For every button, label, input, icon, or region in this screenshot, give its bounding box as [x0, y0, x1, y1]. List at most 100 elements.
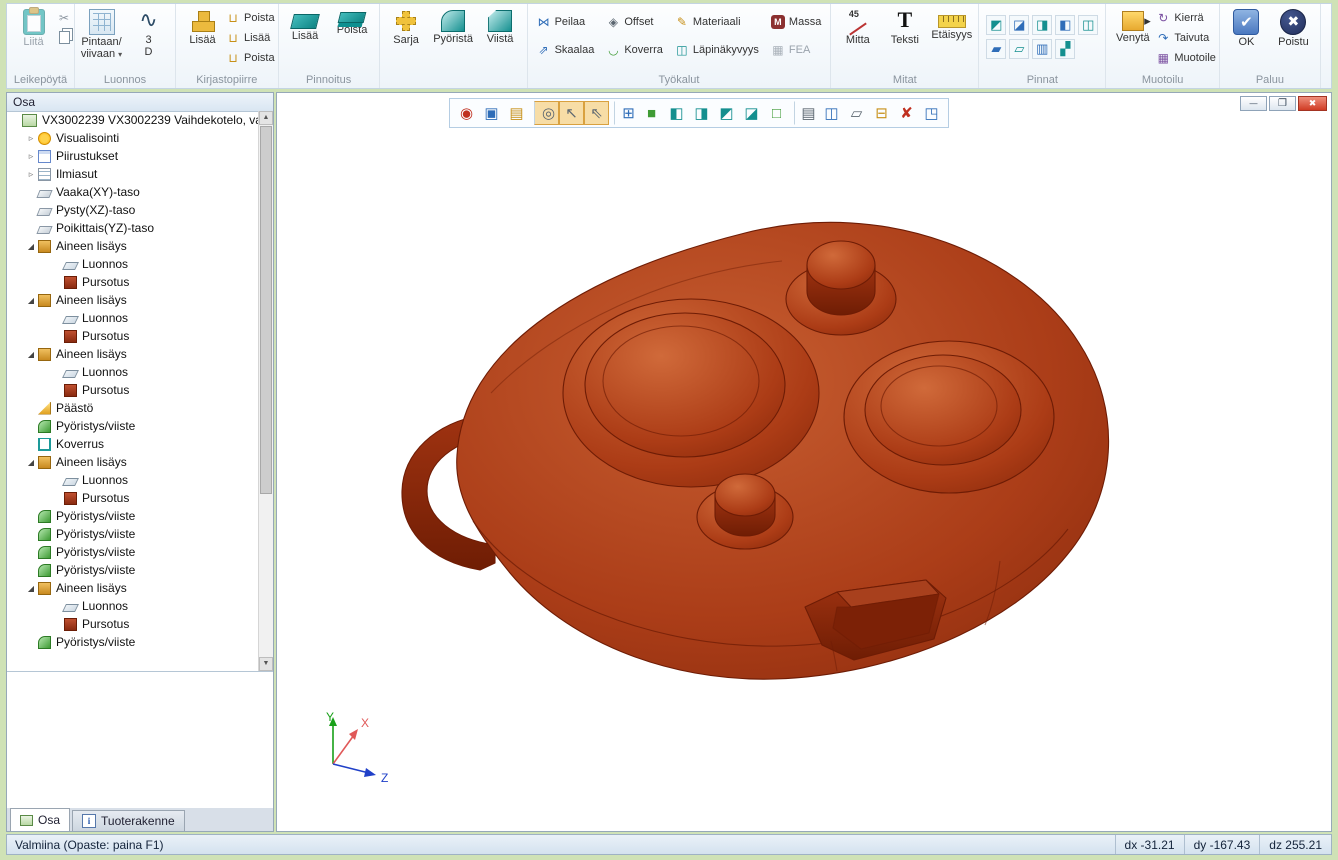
tree-expander[interactable]: [25, 169, 37, 180]
tree-item[interactable]: Aineen lisäys: [7, 237, 259, 255]
scale-button[interactable]: ⇗ Skaalaa: [537, 41, 595, 58]
tree-scrollbar[interactable]: [258, 111, 273, 671]
mass-button[interactable]: Massa: [771, 13, 821, 30]
snap-line-icon[interactable]: ↖: [559, 101, 584, 125]
shape-button[interactable]: ▦ Muotoile: [1156, 49, 1216, 66]
tree-item[interactable]: Pursotus: [7, 615, 259, 633]
pattern-button[interactable]: Sarja: [383, 5, 430, 46]
chamfer-button[interactable]: Viistä: [477, 5, 524, 45]
select-frame-icon[interactable]: ▣: [479, 101, 504, 125]
model-3d-gearbox-housing[interactable]: [277, 93, 1332, 832]
pick-entity-icon[interactable]: ⊞: [614, 101, 639, 125]
drawing-sheet-icon[interactable]: ▱: [844, 101, 869, 125]
sketch-on-face-button[interactable]: Pintaan/ viivaan ▾: [78, 5, 125, 61]
tree-expander[interactable]: [25, 151, 37, 162]
tab-tuoterakenne[interactable]: Tuoterakenne: [72, 810, 185, 831]
transparency-button[interactable]: ◫ Läpinäkyvyys: [675, 41, 759, 58]
export-view-icon[interactable]: ◳: [919, 101, 944, 125]
tree-item[interactable]: Aineen lisäys: [7, 291, 259, 309]
tree-expander[interactable]: [25, 241, 37, 251]
tree-item[interactable]: Luonnos: [7, 309, 259, 327]
tree-item[interactable]: Pursotus: [7, 381, 259, 399]
view-iso-icon[interactable]: ◪: [739, 101, 764, 125]
tree-item[interactable]: VX3002239 VX3002239 Vaihdekotelo, valu: [7, 111, 259, 129]
tree-item[interactable]: Pyöristys/viiste: [7, 561, 259, 579]
text-button[interactable]: Teksti: [881, 5, 928, 46]
dimension-button[interactable]: Mitta: [834, 5, 881, 46]
display-list-icon[interactable]: ▤: [794, 101, 819, 125]
tree-item[interactable]: Luonnos: [7, 597, 259, 615]
tree-item[interactable]: Pursotus: [7, 489, 259, 507]
tree-item[interactable]: Ilmiasut: [7, 165, 259, 183]
tree-item[interactable]: Pursotus: [7, 273, 259, 291]
library-remove-button[interactable]: ⊔ Poista: [226, 9, 275, 26]
distance-button[interactable]: Etäisyys: [928, 5, 975, 41]
surface-delete-icon[interactable]: ▱: [1009, 39, 1029, 59]
scroll-down-button[interactable]: [259, 657, 273, 671]
measure-ruler-icon[interactable]: ▤: [504, 101, 529, 125]
tree-item[interactable]: Poikittais(YZ)-taso: [7, 219, 259, 237]
tree-expander[interactable]: [25, 457, 37, 467]
tree-item[interactable]: Visualisointi: [7, 129, 259, 147]
tree-item[interactable]: Pysty(XZ)-taso: [7, 201, 259, 219]
mirror-button[interactable]: ⋈ Peilaa: [537, 13, 595, 30]
material-button[interactable]: ✎ Materiaali: [675, 13, 759, 30]
tree-item[interactable]: Pyöristys/viiste: [7, 525, 259, 543]
tree-expander[interactable]: [25, 295, 37, 305]
surface-split-icon[interactable]: ▰: [986, 39, 1006, 59]
surface-stitch-icon[interactable]: ◫: [1078, 15, 1098, 35]
viewport-3d[interactable]: ◉ ▣ ▤ ◎ ↖ ⇖: [276, 92, 1332, 832]
surface-extend-icon[interactable]: ◨: [1032, 15, 1052, 35]
fillet-button[interactable]: Pyöristä: [430, 5, 477, 45]
sketch-3d-button[interactable]: 3 D: [125, 5, 172, 58]
tree-expander[interactable]: [25, 133, 37, 144]
tree-item[interactable]: Luonnos: [7, 471, 259, 489]
print-icon[interactable]: ⊟: [869, 101, 894, 125]
section-view-icon[interactable]: ◫: [819, 101, 844, 125]
twist-button[interactable]: ↻ Kierrä: [1156, 9, 1216, 26]
tree-item[interactable]: Aineen lisäys: [7, 345, 259, 363]
coating-remove-button[interactable]: Poista: [329, 5, 376, 36]
snap-point-icon[interactable]: ◎: [534, 101, 559, 125]
surface-patch-icon[interactable]: ◩: [986, 15, 1006, 35]
tree-expander[interactable]: [25, 349, 37, 359]
tree-item[interactable]: Koverrus: [7, 435, 259, 453]
tree-item[interactable]: Pursotus: [7, 327, 259, 345]
tree-item[interactable]: Pyöristys/viiste: [7, 633, 259, 651]
tree-item[interactable]: Päästö: [7, 399, 259, 417]
tree-item[interactable]: Luonnos: [7, 363, 259, 381]
tree-item[interactable]: Aineen lisäys: [7, 579, 259, 597]
tree-item[interactable]: Luonnos: [7, 255, 259, 273]
offset-button[interactable]: ◈ Offset: [606, 13, 663, 30]
minimize-button[interactable]: [1240, 96, 1267, 111]
tree-item[interactable]: Pyöristys/viiste: [7, 417, 259, 435]
wireframe-view-icon[interactable]: □: [764, 101, 789, 125]
close-button[interactable]: [1298, 96, 1327, 111]
tree-item[interactable]: Pyöristys/viiste: [7, 543, 259, 561]
tree-item[interactable]: Pyöristys/viiste: [7, 507, 259, 525]
fea-button[interactable]: ▦ FEA: [771, 41, 821, 58]
pin-icon[interactable]: ◉: [454, 101, 479, 125]
tree-item[interactable]: Aineen lisäys: [7, 453, 259, 471]
copy-button[interactable]: [57, 29, 71, 46]
tree-item[interactable]: Vaaka(XY)-taso: [7, 183, 259, 201]
snap-edge-icon[interactable]: ⇖: [584, 101, 609, 125]
scroll-up-button[interactable]: [259, 111, 273, 125]
library-insert-button[interactable]: ⊔ Lisää: [226, 29, 275, 46]
view-face-front-icon[interactable]: ◨: [689, 101, 714, 125]
library-delete-button[interactable]: ⊔ Poista: [226, 49, 275, 66]
tree-expander[interactable]: [25, 583, 37, 593]
surface-replace-icon[interactable]: ▥: [1032, 39, 1052, 59]
surface-flip-icon[interactable]: ▞: [1055, 39, 1075, 59]
stretch-button[interactable]: Venytä: [1109, 5, 1156, 44]
shaded-view-icon[interactable]: ■: [639, 101, 664, 125]
maximize-button[interactable]: [1269, 96, 1296, 111]
scroll-thumb[interactable]: [260, 126, 272, 494]
surface-offset-icon[interactable]: ◧: [1055, 15, 1075, 35]
exit-button[interactable]: Poistu: [1270, 5, 1317, 48]
hollow-button[interactable]: ◡ Koverra: [606, 41, 663, 58]
tree-item[interactable]: Piirustukset: [7, 147, 259, 165]
paste-button[interactable]: Liitä: [10, 5, 57, 48]
tab-osa[interactable]: Osa: [10, 808, 70, 831]
coating-add-button[interactable]: Lisää: [282, 5, 329, 42]
